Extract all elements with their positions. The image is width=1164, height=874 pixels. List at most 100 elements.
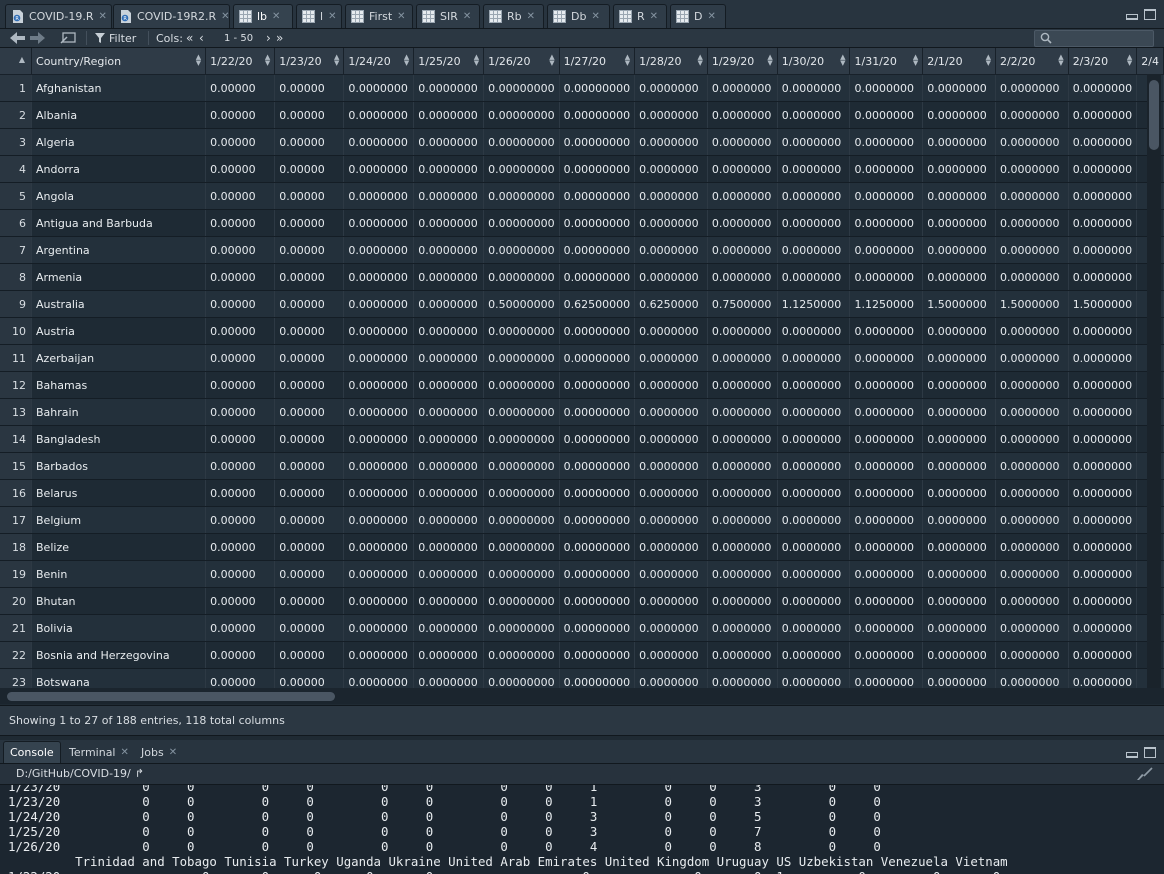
column-header-date[interactable]: 1/29/20 ▲ ▼ [707, 48, 778, 75]
search-input[interactable] [1034, 30, 1154, 47]
cell-value: 0.00000000 [559, 128, 636, 156]
column-header-date[interactable]: 2/3/20 ▲ ▼ [1068, 48, 1138, 75]
column-header-date[interactable]: 1/22/20 ▲ ▼ [205, 48, 276, 75]
table-row[interactable]: 5 Angola 0.00000 0.00000 0.0000000 0.0000000 0… [0, 182, 1164, 210]
editor-tab-d[interactable]: D ✕ [670, 4, 726, 28]
column-header-date[interactable]: 1/31/20 ▲ ▼ [849, 48, 924, 75]
cell-country: Azerbaijan [31, 344, 207, 372]
filter-label: Filter [109, 31, 137, 45]
cell-value: 0.0000000 [343, 668, 415, 688]
working-directory-text: D:/GitHub/COVID-19/ [16, 767, 131, 780]
close-icon[interactable]: ✕ [99, 11, 107, 22]
close-icon[interactable]: ✕ [650, 11, 658, 22]
editor-tab-sir[interactable]: SIR ✕ [416, 4, 480, 28]
close-icon[interactable]: ✕ [397, 11, 405, 22]
table-row[interactable]: 16 Belarus 0.00000 0.00000 0.0000000 0.000000… [0, 479, 1164, 507]
close-icon[interactable]: ✕ [121, 747, 129, 758]
table-row[interactable]: 6 Antigua and Barbuda 0.00000 0.00000 0.0000… [0, 209, 1164, 237]
next-cols-icon[interactable]: › [266, 29, 271, 47]
column-header-date[interactable]: 1/28/20 ▲ ▼ [634, 48, 708, 75]
editor-tab-covid-19r2-r[interactable]: R COVID-19R2.R ✕ [113, 4, 230, 28]
cell-value: 0.0000000 [413, 155, 485, 183]
popout-window-icon[interactable] [60, 29, 76, 47]
editor-tab-lb[interactable]: lb ✕ [233, 4, 293, 28]
table-row[interactable]: 1 Afghanistan 0.00000 0.00000 0.0000000 0.000… [0, 74, 1164, 102]
table-row[interactable]: 14 Bangladesh 0.00000 0.00000 0.0000000 0.000… [0, 425, 1164, 453]
close-icon[interactable]: ✕ [527, 11, 535, 22]
forward-arrow-icon[interactable] [29, 29, 45, 47]
back-arrow-icon[interactable] [10, 29, 26, 47]
cell-value: 0.0000000 [707, 155, 778, 183]
column-header-date[interactable]: 1/25/20 ▲ ▼ [413, 48, 485, 75]
editor-tab-rb[interactable]: Rb ✕ [483, 4, 544, 28]
svg-text:R: R [15, 16, 19, 22]
table-row[interactable]: 2 Albania 0.00000 0.00000 0.0000000 0.0000000… [0, 101, 1164, 129]
horizontal-scroll-thumb[interactable] [7, 692, 335, 701]
column-header-country[interactable]: Country/Region ▲ ▼ [31, 48, 207, 75]
working-directory[interactable]: D:/GitHub/COVID-19/ ↱ [16, 767, 144, 780]
close-icon[interactable]: ✕ [221, 11, 229, 22]
table-row[interactable]: 22 Bosnia and Herzegovina 0.00000 0.00000 0.… [0, 641, 1164, 669]
column-header-date[interactable]: 2/4 [1136, 48, 1164, 75]
table-row[interactable]: 9 Australia 0.00000 0.00000 0.0000000 0.00000… [0, 290, 1164, 318]
clear-console-broom-icon[interactable] [1136, 767, 1154, 781]
editor-tab-covid-19-r[interactable]: R COVID-19.R ✕ [5, 4, 112, 28]
cell-value: 0.0000000 [413, 452, 485, 480]
table-row[interactable]: 12 Bahamas 0.00000 0.00000 0.0000000 0.000000… [0, 371, 1164, 399]
console-tab-terminal[interactable]: Terminal ✕ [63, 741, 135, 763]
table-row[interactable]: 15 Barbados 0.00000 0.00000 0.0000000 0.00000… [0, 452, 1164, 480]
row-number-header[interactable]: ▲ [0, 48, 33, 75]
table-row[interactable]: 8 Armenia 0.00000 0.00000 0.0000000 0.0000000… [0, 263, 1164, 291]
go-to-directory-icon[interactable]: ↱ [135, 767, 144, 780]
table-row[interactable]: 18 Belize 0.00000 0.00000 0.0000000 0.0000000… [0, 533, 1164, 561]
table-row[interactable]: 20 Bhutan 0.00000 0.00000 0.0000000 0.0000000… [0, 587, 1164, 615]
column-header-date[interactable]: 1/24/20 ▲ ▼ [343, 48, 415, 75]
close-icon[interactable]: ✕ [272, 11, 280, 22]
table-row[interactable]: 10 Austria 0.00000 0.00000 0.0000000 0.000000… [0, 317, 1164, 345]
console-tab-jobs[interactable]: Jobs ✕ [135, 741, 183, 763]
close-icon[interactable]: ✕ [169, 747, 177, 758]
column-header-date[interactable]: 2/1/20 ▲ ▼ [922, 48, 996, 75]
table-row[interactable]: 19 Benin 0.00000 0.00000 0.0000000 0.0000000 0… [0, 560, 1164, 588]
table-row[interactable]: 7 Argentina 0.00000 0.00000 0.0000000 0.00000… [0, 236, 1164, 264]
vertical-scroll-thumb[interactable] [1149, 80, 1159, 150]
table-row[interactable]: 21 Bolivia 0.00000 0.00000 0.0000000 0.000000… [0, 614, 1164, 642]
console-tab-console[interactable]: Console [3, 741, 61, 763]
close-icon[interactable]: ✕ [591, 11, 599, 22]
maximize-icon[interactable] [1144, 9, 1156, 20]
column-header-date[interactable]: 2/2/20 ▲ ▼ [995, 48, 1069, 75]
editor-tab-db[interactable]: Db ✕ [547, 4, 610, 28]
table-row[interactable]: 17 Belgium 0.00000 0.00000 0.0000000 0.000000… [0, 506, 1164, 534]
cell-value: 0.0000000 [995, 533, 1069, 561]
editor-tab-l[interactable]: l ✕ [296, 4, 342, 28]
row-number: 15 [0, 452, 33, 480]
filter-button[interactable]: Filter [95, 29, 136, 47]
cell-value: 0.00000000 [483, 317, 560, 345]
cell-value: 0.0000000 [922, 506, 996, 534]
cell-value: 0.00000 [205, 317, 276, 345]
vertical-scrollbar[interactable] [1147, 74, 1161, 688]
table-row[interactable]: 11 Azerbaijan 0.00000 0.00000 0.0000000 0.000… [0, 344, 1164, 372]
close-icon[interactable]: ✕ [463, 11, 471, 22]
table-row[interactable]: 3 Algeria 0.00000 0.00000 0.0000000 0.0000000… [0, 128, 1164, 156]
cell-value: 0.0000000 [777, 506, 851, 534]
close-icon[interactable]: ✕ [328, 11, 336, 22]
first-cols-icon[interactable]: « [186, 29, 193, 47]
prev-cols-icon[interactable]: ‹ [199, 29, 204, 47]
column-header-date[interactable]: 1/27/20 ▲ ▼ [559, 48, 636, 75]
column-header-date[interactable]: 1/26/20 ▲ ▼ [483, 48, 560, 75]
console-output[interactable]: 1/23/20 0 0 0 0 0 0 0 0 1 0 0 3 0 0 1/23/… [0, 785, 1164, 874]
column-header-date[interactable]: 1/23/20 ▲ ▼ [274, 48, 345, 75]
cell-value: 0.0000000 [1068, 209, 1138, 237]
editor-tab-r[interactable]: R ✕ [613, 4, 667, 28]
table-row[interactable]: 4 Andorra 0.00000 0.00000 0.0000000 0.0000000… [0, 155, 1164, 183]
column-header-date[interactable]: 1/30/20 ▲ ▼ [777, 48, 851, 75]
minimize-icon[interactable] [1126, 752, 1138, 758]
maximize-icon[interactable] [1144, 747, 1156, 758]
editor-tab-first[interactable]: First ✕ [345, 4, 413, 28]
last-cols-icon[interactable]: » [276, 29, 283, 47]
close-icon[interactable]: ✕ [707, 11, 715, 22]
minimize-icon[interactable] [1126, 14, 1138, 20]
table-row[interactable]: 13 Bahrain 0.00000 0.00000 0.0000000 0.000000… [0, 398, 1164, 426]
table-row[interactable]: 23 Botswana 0.00000 0.00000 0.0000000 0.00000… [0, 668, 1164, 688]
